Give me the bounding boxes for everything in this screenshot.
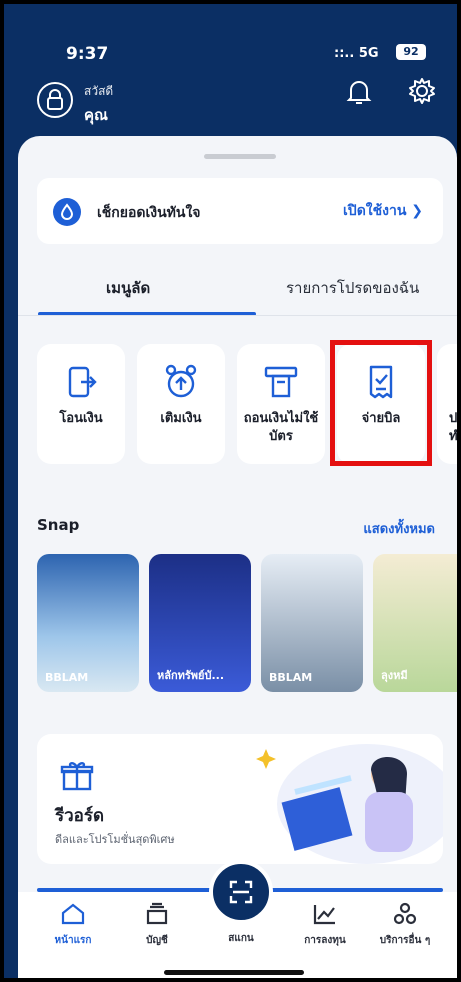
snap-card-label: ลุงหมี xyxy=(381,669,408,682)
transfer-icon xyxy=(61,362,101,402)
menu-item-partial[interactable]: ปร ทำ xyxy=(437,344,458,464)
highlight-box xyxy=(330,340,432,466)
menu-item-cardless-withdraw[interactable]: ถอนเงินไม่ใช้บัตร xyxy=(237,344,325,464)
menu-item-label: ปร ทำ xyxy=(449,411,458,444)
home-icon xyxy=(61,903,85,925)
nav-label: การลงทุน xyxy=(304,935,346,946)
scan-button[interactable] xyxy=(209,860,273,924)
snap-card-label: BBLAM xyxy=(269,671,313,684)
nav-accounts[interactable]: บัญชี xyxy=(122,902,192,948)
bell-icon[interactable] xyxy=(346,78,372,106)
nav-label: หน้าแรก xyxy=(54,935,92,946)
menu-item-label: เติมเงิน xyxy=(160,411,202,426)
reward-banner[interactable]: รีวอร์ด ดีลและโปรโมชั่นสุดพิเศษ xyxy=(37,734,443,864)
topup-icon xyxy=(161,362,201,402)
status-bar: 9:37 ::.. 5G 92 xyxy=(4,4,457,74)
tab-shortcut-menu[interactable]: เมนูลัด xyxy=(106,276,150,300)
nav-invest[interactable]: การลงทุน xyxy=(290,902,360,948)
see-all-link[interactable]: แสดงทั้งหมด xyxy=(363,518,435,539)
signal-indicator: ::.. 5G xyxy=(334,46,379,61)
scan-icon xyxy=(229,880,253,904)
nav-scan-label[interactable]: สแกน xyxy=(206,928,276,946)
battery-badge: 92 xyxy=(396,44,426,60)
tab-bar: เมนูลัด รายการโปรดของฉัน xyxy=(18,256,457,316)
enable-link[interactable]: เปิดใช้งาน ❯ xyxy=(343,200,423,222)
greeting-text: สวัสดี xyxy=(84,84,114,98)
snap-card-label: หลักทรัพย์บั... xyxy=(157,669,225,682)
gear-icon[interactable] xyxy=(407,76,437,106)
snap-card[interactable]: BBLAM xyxy=(261,554,363,692)
nav-home[interactable]: หน้าแรก xyxy=(38,902,108,948)
tab-favorites[interactable]: รายการโปรดของฉัน xyxy=(286,276,419,300)
status-time: 9:37 xyxy=(66,44,109,64)
user-name: คุณ xyxy=(84,106,108,124)
divider xyxy=(18,315,457,316)
snap-card[interactable]: หลักทรัพย์บั... xyxy=(149,554,251,692)
home-indicator xyxy=(164,970,304,975)
nav-label: บัญชี xyxy=(146,935,168,946)
balance-check-card[interactable]: เช็กยอดเงินทันใจ เปิดใช้งาน ❯ xyxy=(37,178,443,244)
phone-screen: 9:37 ::.. 5G 92 สวัสดี คุณ เช็กยอดเงินทั… xyxy=(0,0,461,982)
lock-icon[interactable] xyxy=(37,82,73,118)
nav-label: สแกน xyxy=(228,933,254,944)
greeting: สวัสดี คุณ xyxy=(84,82,113,127)
sheet-handle[interactable] xyxy=(204,154,276,159)
snap-card[interactable]: BBLAM xyxy=(37,554,139,692)
wallet-icon xyxy=(146,902,168,925)
menu-item-topup[interactable]: เติมเงิน xyxy=(137,344,225,464)
chart-icon xyxy=(313,905,335,925)
snap-title: Snap xyxy=(37,516,80,534)
nav-more-services[interactable]: บริการอื่น ๆ xyxy=(370,902,440,948)
cardless-withdraw-icon xyxy=(261,362,301,402)
snap-carousel[interactable]: BBLAM หลักทรัพย์บั... BBLAM ลุงหมี xyxy=(37,554,457,694)
drop-icon xyxy=(53,198,81,226)
snap-card-label: BBLAM xyxy=(45,671,89,684)
snap-card[interactable]: ลุงหมี xyxy=(373,554,457,692)
menu-item-transfer[interactable]: โอนเงิน xyxy=(37,344,125,464)
services-icon xyxy=(393,902,417,925)
reward-subtitle: ดีลและโปรโมชั่นสุดพิเศษ xyxy=(55,833,175,846)
balance-check-title: เช็กยอดเงินทันใจ xyxy=(97,205,201,221)
reward-title: รีวอร์ด xyxy=(55,806,105,826)
menu-item-label: โอนเงิน xyxy=(59,411,103,426)
gift-icon xyxy=(59,758,95,794)
reward-illustration xyxy=(256,744,443,864)
menu-item-label: ถอนเงินไม่ใช้บัตร xyxy=(243,411,319,444)
nav-label: บริการอื่น ๆ xyxy=(379,935,431,946)
